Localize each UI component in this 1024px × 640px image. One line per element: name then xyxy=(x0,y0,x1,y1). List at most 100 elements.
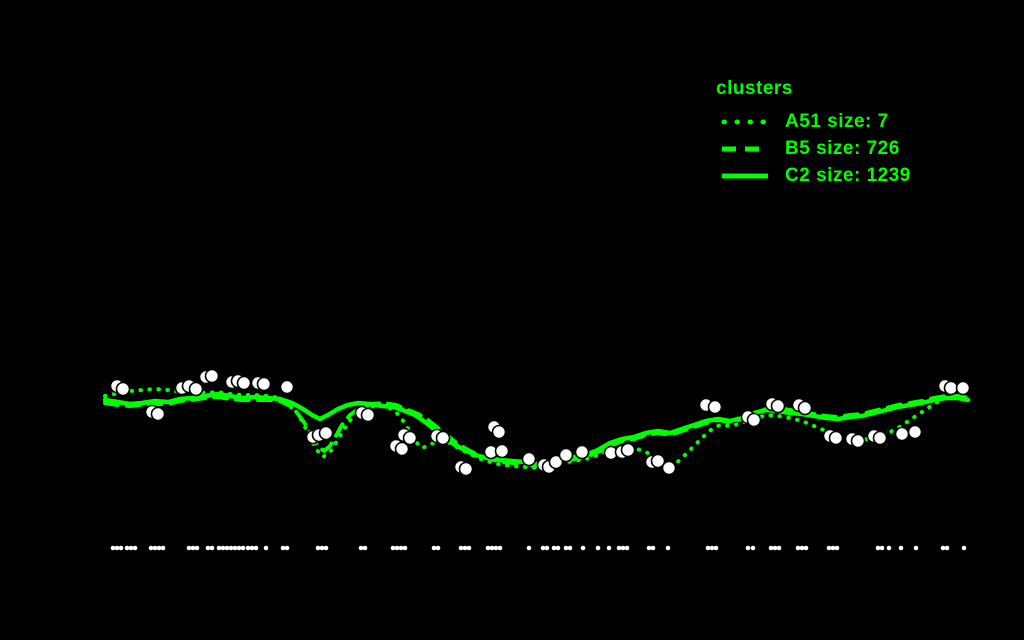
rug-dot xyxy=(830,545,836,551)
rug-dot xyxy=(194,545,200,551)
legend-entry-c2: C2 size: 1239 xyxy=(716,162,911,189)
scatter-point xyxy=(707,399,723,415)
rug-dot xyxy=(128,545,134,551)
scatter-point xyxy=(521,451,537,467)
rug-dot xyxy=(898,545,904,551)
rug-dot xyxy=(209,545,215,551)
rug-dot xyxy=(580,545,586,551)
rug-dot xyxy=(118,545,124,551)
rug-dot xyxy=(458,545,464,551)
scatter-point xyxy=(872,430,888,446)
rug-dot xyxy=(205,545,211,551)
scatter-point xyxy=(494,443,510,459)
rug-dot xyxy=(124,545,130,551)
rug-dot xyxy=(394,545,400,551)
rug-dot xyxy=(435,545,441,551)
rug-dot xyxy=(826,545,832,551)
rug-dot xyxy=(768,545,774,551)
scatter-point xyxy=(491,424,507,440)
rug-dot xyxy=(110,545,116,551)
rug-dot xyxy=(745,545,751,551)
scatter-point xyxy=(574,444,590,460)
scatter-point xyxy=(797,400,813,416)
rug-dot xyxy=(834,545,840,551)
rug-dot xyxy=(886,545,892,551)
rug-dot xyxy=(186,545,192,551)
rug-dot xyxy=(620,545,626,551)
rug-dot xyxy=(362,545,368,551)
rug-dot xyxy=(220,545,226,551)
rug-dot xyxy=(879,545,885,551)
scatter-point xyxy=(188,381,204,397)
rug-dot xyxy=(713,545,719,551)
rug-dot xyxy=(709,545,715,551)
rug-dot xyxy=(132,545,138,551)
rug-dot xyxy=(540,545,546,551)
rug-dot xyxy=(263,545,269,551)
rug-dot xyxy=(319,545,325,551)
rug-dot xyxy=(148,545,154,551)
scatter-point xyxy=(943,380,959,396)
rug-dot xyxy=(544,545,550,551)
scatter-point xyxy=(318,425,334,441)
rug-dot xyxy=(665,545,671,551)
rug-dot xyxy=(944,545,950,551)
rug-dot xyxy=(190,545,196,551)
rug-dot xyxy=(795,545,801,551)
rug-dot xyxy=(563,545,569,551)
scatter-point xyxy=(236,375,252,391)
scatter-point xyxy=(955,380,971,396)
series-line-b5 xyxy=(103,394,970,468)
rug-dot xyxy=(284,545,290,551)
rug-dot xyxy=(705,545,711,551)
rug-dot xyxy=(961,545,967,551)
rug-dot xyxy=(160,545,166,551)
rug-dot xyxy=(772,545,778,551)
legend-title: clusters xyxy=(716,78,793,99)
rug-dot xyxy=(606,545,612,551)
rug-dot xyxy=(323,545,329,551)
rug-dot xyxy=(567,545,573,551)
rug-dot xyxy=(555,545,561,551)
scatter-point xyxy=(620,442,636,458)
legend-label-a51: A51 size: 7 xyxy=(785,110,889,132)
rug-dot xyxy=(232,545,238,551)
rug-dot xyxy=(431,545,437,551)
plot-canvas: clusters A51 size: 7 B5 size: 726 C2 siz… xyxy=(0,0,1024,640)
scatter-point xyxy=(746,412,762,428)
scatter-point xyxy=(115,381,131,397)
scatter-point xyxy=(394,441,410,457)
rug-dot xyxy=(462,545,468,551)
legend-entry-b5: B5 size: 726 xyxy=(716,135,911,162)
scatter-point xyxy=(894,426,910,442)
rug-dot xyxy=(216,545,222,551)
rug-dot xyxy=(249,545,255,551)
rug-dot xyxy=(114,545,120,551)
solid-line-swatch-icon xyxy=(722,173,768,178)
legend-label-c2: C2 size: 1239 xyxy=(785,164,911,186)
rug-dot xyxy=(616,545,622,551)
rug-dot xyxy=(624,545,630,551)
rug-dot xyxy=(485,545,491,551)
scatter-point xyxy=(150,406,166,422)
rug-dot xyxy=(315,545,321,551)
scatter-point xyxy=(360,407,376,423)
rug-dot xyxy=(152,545,158,551)
rug-dot xyxy=(245,545,251,551)
rug-dot xyxy=(526,545,532,551)
rug-dot xyxy=(224,545,230,551)
rug-dot xyxy=(253,545,259,551)
scatter-point xyxy=(770,398,786,414)
series-line-c2 xyxy=(102,391,971,467)
rug-dot xyxy=(497,545,503,551)
rug-dot xyxy=(358,545,364,551)
rug-dot xyxy=(236,545,242,551)
rug-dot xyxy=(228,545,234,551)
rug-dot xyxy=(646,545,652,551)
rug-dot xyxy=(776,545,782,551)
scatter-point xyxy=(256,376,272,392)
rug-dot xyxy=(913,545,919,551)
legend-entry-a51: A51 size: 7 xyxy=(716,108,911,135)
scatter-point xyxy=(828,430,844,446)
scatter-point xyxy=(435,430,451,446)
